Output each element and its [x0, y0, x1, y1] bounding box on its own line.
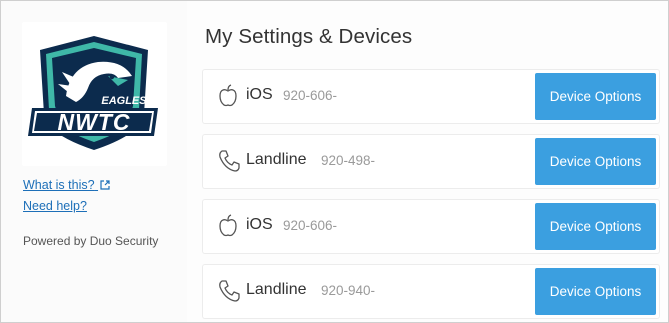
what-is-this-label: What is this?	[23, 178, 95, 192]
page-title: My Settings & Devices	[205, 25, 413, 48]
device-number: 920-606-	[283, 218, 338, 233]
external-link-icon	[100, 180, 110, 190]
device-type: iOS	[246, 216, 273, 233]
nwtc-eagles-logo: EAGLES NWTC	[22, 22, 167, 166]
apple-icon	[219, 214, 237, 237]
device-type: iOS	[246, 86, 273, 103]
device-options-button[interactable]: Device Options	[535, 138, 656, 185]
device-type: Landline	[246, 281, 307, 298]
phone-icon	[219, 280, 240, 302]
need-help-link[interactable]: Need help?	[23, 199, 87, 213]
phone-icon	[219, 150, 240, 172]
apple-icon	[219, 84, 237, 107]
device-type: Landline	[246, 151, 307, 168]
device-number: 920-940-	[321, 283, 376, 298]
device-number: 920-498-	[321, 153, 376, 168]
powered-by-text: Powered by Duo Security	[23, 234, 159, 248]
device-options-button[interactable]: Device Options	[535, 268, 656, 315]
device-row: Landline 920-498- Device Options	[203, 135, 659, 188]
duo-settings-frame: EAGLES NWTC What is this? Need help? Pow…	[0, 0, 669, 323]
device-row: Landline 920-940- Device Options	[203, 265, 659, 318]
device-options-button[interactable]: Device Options	[535, 203, 656, 250]
logo-eagles-text: EAGLES	[101, 95, 147, 107]
logo-nwtc-text: NWTC	[58, 109, 131, 135]
device-options-button[interactable]: Device Options	[535, 73, 656, 120]
what-is-this-link[interactable]: What is this?	[23, 178, 110, 192]
device-number: 920-606-	[283, 88, 338, 103]
left-panel: EAGLES NWTC What is this? Need help? Pow…	[1, 1, 187, 322]
device-row: iOS 920-606- Device Options	[203, 70, 659, 123]
device-row: iOS 920-606- Device Options	[203, 200, 659, 253]
